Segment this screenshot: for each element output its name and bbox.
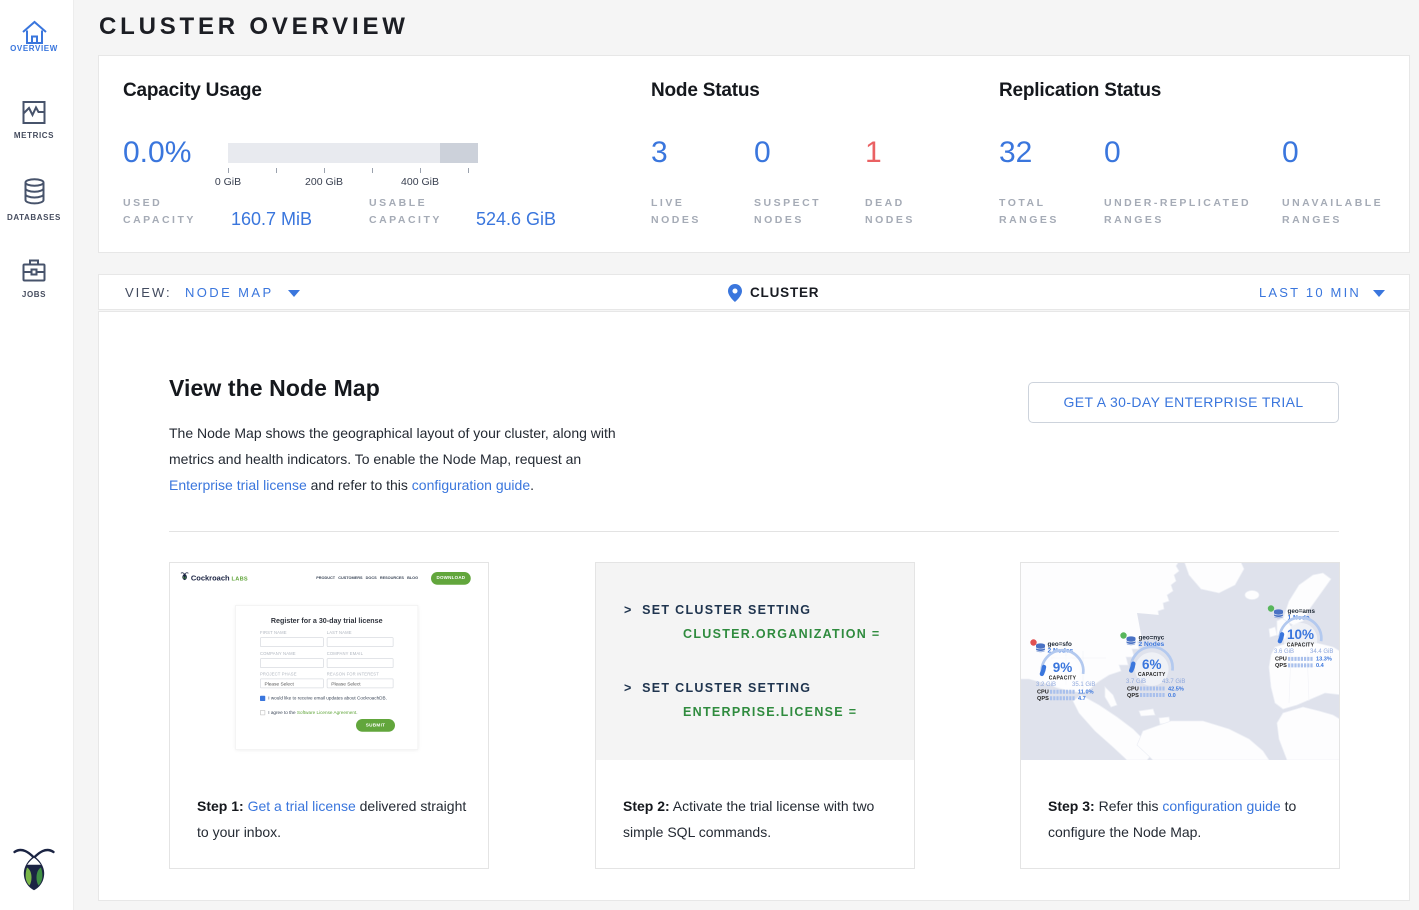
svg-text:35.1 GiB: 35.1 GiB: [1072, 682, 1095, 688]
svg-text:9%: 9%: [1053, 660, 1073, 675]
svg-text:10%: 10%: [1287, 627, 1314, 642]
svg-text:0.4: 0.4: [1316, 663, 1325, 669]
svg-text:43.7 GiB: 43.7 GiB: [1162, 679, 1185, 685]
svg-text:3.2 GiB: 3.2 GiB: [1036, 682, 1056, 688]
svg-text:CAPACITY: CAPACITY: [1049, 676, 1077, 682]
svg-text:34.4 GiB: 34.4 GiB: [1310, 649, 1333, 655]
svg-text:QPS: QPS: [1127, 693, 1139, 699]
svg-text:QPS: QPS: [1275, 663, 1287, 669]
svg-text:4.7: 4.7: [1078, 696, 1086, 702]
svg-text:CPU: CPU: [1127, 686, 1139, 692]
svg-text:11.0%: 11.0%: [1078, 690, 1094, 696]
svg-text:6%: 6%: [1142, 657, 1162, 672]
svg-text:0.0: 0.0: [1168, 693, 1176, 699]
svg-text:3.6 GiB: 3.6 GiB: [1274, 649, 1294, 655]
svg-text:CAPACITY: CAPACITY: [1138, 672, 1166, 678]
svg-text:3.7 GiB: 3.7 GiB: [1126, 679, 1146, 685]
svg-text:CPU: CPU: [1037, 690, 1049, 696]
svg-text:CAPACITY: CAPACITY: [1287, 643, 1315, 649]
svg-text:CPU: CPU: [1275, 657, 1287, 663]
svg-text:42.5%: 42.5%: [1168, 686, 1184, 692]
svg-text:QPS: QPS: [1037, 696, 1049, 702]
svg-text:13.3%: 13.3%: [1316, 657, 1332, 663]
